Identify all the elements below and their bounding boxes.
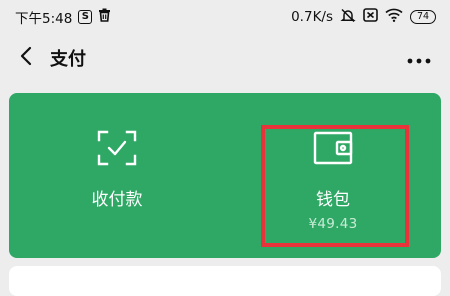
app-s-icon: S	[78, 10, 93, 24]
chevron-left-icon	[20, 46, 32, 70]
status-bar-right: 0.7K/s 74	[291, 8, 436, 27]
next-card	[9, 266, 441, 296]
status-bar: 下午5:48 S 0.7K/s 74	[0, 0, 450, 34]
page-title: 支付	[50, 49, 86, 70]
wifi-icon	[385, 8, 403, 26]
more-dots-icon	[407, 49, 431, 68]
mute-bell-icon	[340, 8, 356, 27]
more-options-button[interactable]	[406, 48, 432, 68]
status-time: 下午5:48	[15, 11, 73, 27]
highlight-box	[261, 125, 409, 247]
tile-collect-pay[interactable]: 收付款	[9, 93, 225, 258]
battery-indicator: 74	[410, 10, 436, 24]
trash-icon	[98, 8, 111, 26]
back-button[interactable]	[8, 36, 44, 80]
network-speed: 0.7K/s	[291, 9, 333, 25]
sim-none-icon	[363, 8, 378, 26]
tile-label: 收付款	[91, 190, 143, 210]
scan-qr-icon	[97, 128, 137, 168]
nav-bar: 支付	[0, 36, 450, 80]
status-bar-left: 下午5:48 S	[15, 7, 111, 27]
